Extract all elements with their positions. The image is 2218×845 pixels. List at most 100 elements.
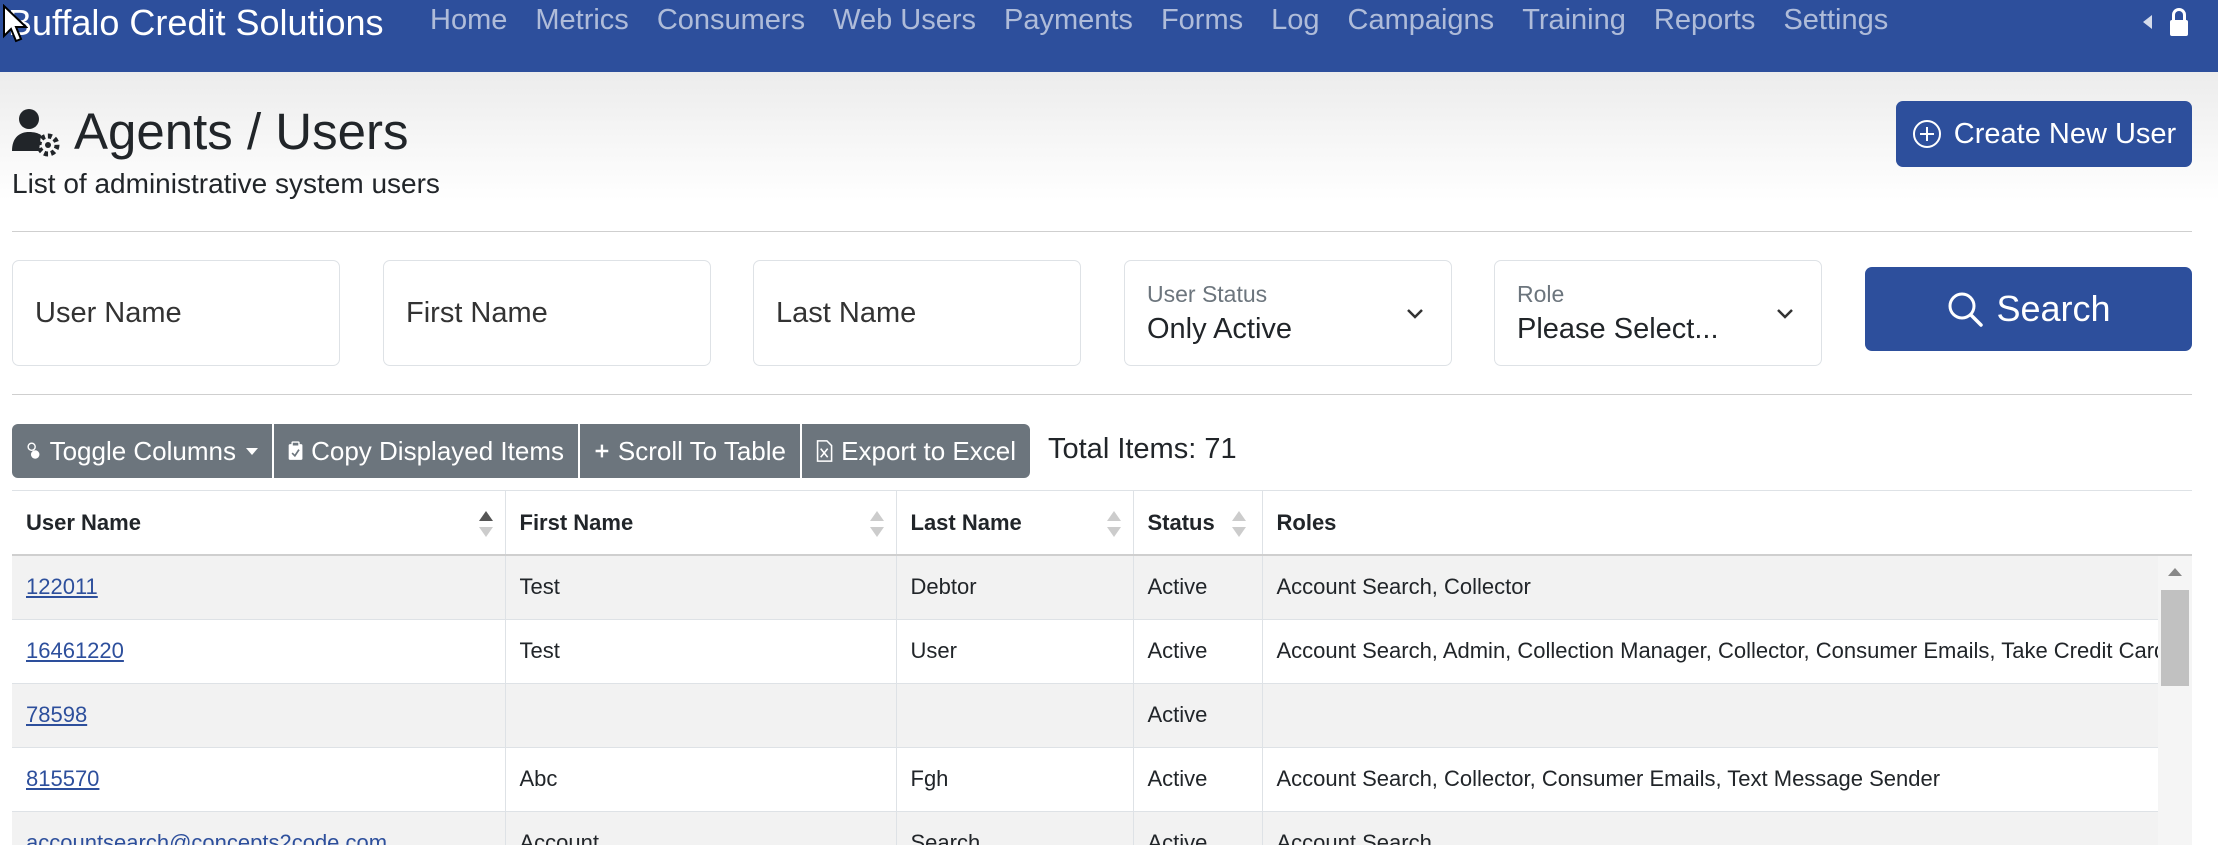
cell-roles — [1262, 683, 2192, 748]
nav-link-training[interactable]: Training — [1508, 4, 1640, 37]
column-header-first-name[interactable]: First Name — [505, 491, 897, 556]
cell-first-name — [505, 683, 897, 748]
role-select[interactable]: Role Please Select... — [1494, 260, 1822, 366]
cell-user-name[interactable]: 16461220 — [12, 619, 506, 684]
toggle-columns-label: Toggle Columns — [49, 435, 236, 466]
cell-roles: Account Search, Admin, Collection Manage… — [1262, 619, 2192, 684]
first-name-field[interactable] — [383, 260, 711, 366]
page-subtitle: List of administrative system users — [12, 168, 440, 199]
scroll-to-table-label: Scroll To Table — [617, 435, 786, 466]
sort-icon — [869, 511, 884, 537]
table-vertical-scrollbar[interactable] — [2158, 556, 2192, 845]
search-label: Search — [1996, 288, 2111, 329]
table-row: accountsearch@concepts2code.com Account … — [12, 811, 2192, 845]
table-row: 16461220 Test User Active Account Search… — [12, 619, 2192, 684]
divider-top — [12, 231, 2192, 232]
toggle-columns-button[interactable]: Toggle Columns — [12, 424, 272, 478]
cell-roles: Account Search, Collector — [1262, 555, 2192, 620]
total-items-count: Total Items: 71 — [1048, 433, 1237, 465]
user-link[interactable]: accountsearch@concepts2code.com — [26, 830, 387, 845]
chevron-down-icon — [1407, 309, 1423, 319]
scroll-to-table-button[interactable]: Scroll To Table — [580, 424, 800, 478]
create-new-user-label: Create New User — [1953, 117, 2177, 150]
sort-icon — [1231, 511, 1246, 537]
users-table-container: User Name First Name Last Name Status Ro… — [12, 490, 2192, 845]
plus-circle-icon — [1912, 120, 1941, 148]
export-to-excel-button[interactable]: Export to Excel — [802, 424, 1030, 478]
clipboard-icon — [288, 441, 303, 460]
nav-link-settings[interactable]: Settings — [1769, 4, 1902, 37]
copy-displayed-items-button[interactable]: Copy Displayed Items — [274, 424, 578, 478]
user-link[interactable]: 16461220 — [26, 638, 124, 663]
brand-name[interactable]: Buffalo Credit Solutions — [8, 2, 384, 44]
role-value: Please Select... — [1517, 313, 1719, 345]
user-status-select[interactable]: User Status Only Active — [1124, 260, 1452, 366]
column-header-user-name[interactable]: User Name — [12, 491, 506, 556]
user-gear-icon — [12, 108, 60, 156]
user-name-input[interactable] — [13, 261, 339, 365]
user-status-value: Only Active — [1147, 313, 1293, 345]
cell-last-name: Search — [896, 811, 1134, 845]
table-row: 78598 Active — [12, 683, 2192, 748]
scrollbar-thumb[interactable] — [2161, 590, 2189, 686]
create-new-user-button[interactable]: Create New User — [1896, 101, 2192, 167]
plus-icon — [595, 444, 609, 458]
page-title-wrap: Agents / Users — [12, 102, 408, 161]
cell-status: Active — [1133, 683, 1263, 748]
divider-filters — [12, 394, 2192, 395]
nav-link-metrics[interactable]: Metrics — [521, 4, 642, 37]
columns-icon — [27, 442, 40, 459]
mouse-cursor-icon — [3, 4, 28, 43]
sort-icon — [1106, 511, 1121, 537]
role-label: Role — [1517, 281, 1565, 307]
cell-first-name: Test — [505, 619, 897, 684]
table-header-row: User Name First Name Last Name Status Ro… — [12, 491, 2192, 556]
scroll-up-arrow-icon[interactable] — [2168, 568, 2182, 576]
nav-link-consumers[interactable]: Consumers — [643, 4, 819, 37]
top-navbar: Buffalo Credit Solutions Home Metrics Co… — [0, 0, 2218, 72]
cell-first-name: Test — [505, 555, 897, 620]
cell-user-name[interactable]: 122011 — [12, 555, 506, 620]
nav-links: Home Metrics Consumers Web Users Payment… — [416, 4, 1902, 37]
cell-first-name: Abc — [505, 747, 897, 812]
column-header-status[interactable]: Status — [1133, 491, 1263, 556]
column-header-roles: Roles — [1262, 491, 2192, 556]
cell-last-name: Debtor — [896, 555, 1134, 620]
cell-status: Active — [1133, 811, 1263, 845]
user-link[interactable]: 78598 — [26, 702, 87, 727]
cell-first-name: Account — [505, 811, 897, 845]
lock-icon[interactable] — [2170, 8, 2188, 36]
cell-user-name[interactable]: 815570 — [12, 747, 506, 812]
nav-right — [2143, 8, 2188, 36]
column-header-last-name[interactable]: Last Name — [896, 491, 1134, 556]
search-button[interactable]: Search — [1865, 267, 2192, 351]
user-link[interactable]: 122011 — [26, 574, 98, 599]
nav-link-log[interactable]: Log — [1257, 4, 1333, 37]
nav-link-reports[interactable]: Reports — [1640, 4, 1770, 37]
last-name-field[interactable] — [753, 260, 1081, 366]
first-name-input[interactable] — [384, 261, 710, 365]
cell-roles: Account Search, Collector, Consumer Emai… — [1262, 747, 2192, 812]
caret-down-icon — [246, 447, 258, 455]
collapse-caret-icon[interactable] — [2143, 15, 2152, 29]
nav-link-forms[interactable]: Forms — [1147, 4, 1257, 37]
nav-link-web-users[interactable]: Web Users — [819, 4, 990, 37]
user-name-field[interactable] — [12, 260, 340, 366]
table-toolbar: Toggle Columns Copy Displayed Items Scro… — [12, 424, 1030, 478]
users-table: User Name First Name Last Name Status Ro… — [12, 491, 2192, 845]
search-icon — [1948, 292, 1984, 327]
cell-user-name[interactable]: 78598 — [12, 683, 506, 748]
user-link[interactable]: 815570 — [26, 766, 99, 791]
nav-link-campaigns[interactable]: Campaigns — [1334, 4, 1509, 37]
copy-displayed-items-label: Copy Displayed Items — [311, 435, 564, 466]
page-title: Agents / Users — [74, 103, 409, 160]
user-status-label: User Status — [1147, 281, 1268, 307]
chevron-down-icon — [1777, 309, 1793, 319]
cell-user-name[interactable]: accountsearch@concepts2code.com — [12, 811, 506, 845]
last-name-input[interactable] — [754, 261, 1080, 365]
nav-link-payments[interactable]: Payments — [990, 4, 1147, 37]
cell-last-name: User — [896, 619, 1134, 684]
excel-file-icon — [816, 440, 833, 462]
nav-link-home[interactable]: Home — [416, 4, 521, 37]
table-row: 122011 Test Debtor Active Account Search… — [12, 555, 2192, 620]
